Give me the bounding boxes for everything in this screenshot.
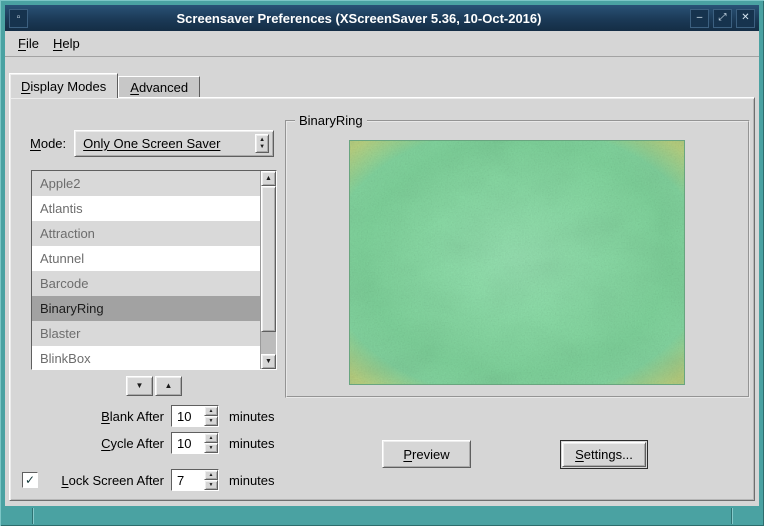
maximize-icon: ⤢: [719, 13, 727, 23]
texture-layer-fine: [350, 141, 684, 384]
up-arrow-icon: ▲: [165, 382, 173, 390]
content-area: Display Modes Advanced Mode: Only One Sc…: [5, 57, 759, 506]
minimize-icon: –: [697, 13, 703, 23]
xscreensaver-window: ▫ Screensaver Preferences (XScreenSaver …: [0, 0, 764, 526]
lock-screen-row: ✓ Lock Screen After ▲ ▼ minutes: [22, 468, 275, 492]
scroll-down-icon: ▼: [265, 358, 272, 365]
lock-screen-spinbox[interactable]: ▲ ▼: [171, 469, 219, 491]
spin-up-icon[interactable]: ▲: [204, 470, 218, 480]
scroll-up-icon: ▲: [265, 175, 272, 182]
spin-up-icon[interactable]: ▲: [204, 406, 218, 416]
cycle-after-spinbox[interactable]: ▲ ▼: [171, 432, 219, 454]
list-item-atunnel[interactable]: Atunnel: [32, 246, 260, 271]
preview-button-label: Preview: [403, 447, 449, 462]
dropdown-up-icon: ▲: [259, 137, 265, 144]
preview-image: [349, 140, 685, 385]
mode-dropdown-value: Only One Screen Saver: [83, 136, 255, 151]
tab-display-modes-label: Display Modes: [21, 79, 106, 94]
window-controls: – ⤢ ✕: [688, 9, 757, 28]
mode-row: Mode: Only One Screen Saver ▲ ▼: [30, 130, 274, 157]
titlebar[interactable]: ▫ Screensaver Preferences (XScreenSaver …: [5, 5, 759, 31]
window-menu-icon: ▫: [17, 13, 21, 23]
list-item-apple2[interactable]: Apple2: [32, 171, 260, 196]
tab-bar: Display Modes Advanced: [9, 73, 200, 98]
close-icon: ✕: [741, 13, 749, 23]
list-move-buttons: ▼ ▲: [31, 376, 277, 396]
cycle-after-input[interactable]: [172, 433, 204, 453]
blank-after-input[interactable]: [172, 406, 204, 426]
list-item-blinkbox[interactable]: BlinkBox: [32, 346, 260, 369]
screensaver-list: Apple2 Atlantis Attraction Atunnel Barco…: [31, 170, 277, 370]
minimize-button[interactable]: –: [690, 9, 709, 28]
move-up-button[interactable]: ▲: [155, 376, 182, 396]
list-item-attraction[interactable]: Attraction: [32, 221, 260, 246]
tab-advanced[interactable]: Advanced: [118, 76, 200, 97]
spin-down-icon[interactable]: ▼: [204, 443, 218, 453]
window-title: Screensaver Preferences (XScreenSaver 5.…: [30, 11, 688, 26]
spin-down-icon[interactable]: ▼: [204, 480, 218, 490]
cycle-after-label: Cycle After: [22, 436, 164, 451]
maximize-button[interactable]: ⤢: [713, 9, 732, 28]
settings-button[interactable]: Settings...: [562, 442, 646, 467]
tab-display-modes[interactable]: Display Modes: [9, 73, 118, 98]
screensaver-list-rows: Apple2 Atlantis Attraction Atunnel Barco…: [32, 171, 260, 369]
resize-grip-left[interactable]: [32, 508, 33, 524]
settings-button-default-ring: Settings...: [560, 440, 648, 469]
lock-screen-input[interactable]: [172, 470, 204, 490]
menu-help[interactable]: Help: [46, 33, 87, 54]
settings-button-label: Settings...: [575, 447, 633, 462]
lock-screen-unit: minutes: [229, 473, 275, 488]
blank-after-unit: minutes: [229, 409, 275, 424]
list-item-binaryring[interactable]: BinaryRing: [32, 296, 260, 321]
cycle-after-steppers: ▲ ▼: [204, 433, 218, 453]
list-item-blaster[interactable]: Blaster: [32, 321, 260, 346]
list-scrollbar[interactable]: ▲ ▼: [260, 171, 276, 369]
preview-frame-label: BinaryRing: [295, 113, 367, 128]
down-arrow-icon: ▼: [136, 382, 144, 390]
move-down-button[interactable]: ▼: [126, 376, 153, 396]
tab-advanced-label: Advanced: [130, 80, 188, 95]
lock-screen-steppers: ▲ ▼: [204, 470, 218, 490]
blank-after-label: Blank After: [22, 409, 164, 424]
menu-file[interactable]: File: [11, 33, 46, 54]
mode-label: Mode:: [30, 136, 66, 151]
preview-button[interactable]: Preview: [382, 440, 471, 468]
list-item-barcode[interactable]: Barcode: [32, 271, 260, 296]
blank-after-spinbox[interactable]: ▲ ▼: [171, 405, 219, 427]
spin-down-icon[interactable]: ▼: [204, 416, 218, 426]
dropdown-indicator-icon: ▲ ▼: [255, 134, 269, 153]
check-icon: ✓: [25, 474, 35, 486]
lock-screen-checkbox[interactable]: ✓: [22, 472, 38, 488]
blank-after-steppers: ▲ ▼: [204, 406, 218, 426]
preview-frame: BinaryRing: [285, 120, 750, 398]
mode-dropdown[interactable]: Only One Screen Saver ▲ ▼: [74, 130, 274, 157]
preview-texture: [350, 141, 684, 384]
display-modes-page: Mode: Only One Screen Saver ▲ ▼ Apple2 A…: [9, 97, 755, 501]
close-button[interactable]: ✕: [736, 9, 755, 28]
scroll-up-button[interactable]: ▲: [261, 171, 276, 186]
scrollbar-thumb[interactable]: [261, 186, 276, 332]
dropdown-down-icon: ▼: [259, 144, 265, 151]
lock-screen-label: Lock Screen After: [45, 473, 164, 488]
resize-grip-right[interactable]: [731, 508, 732, 524]
blank-after-row: Blank After ▲ ▼ minutes: [22, 404, 275, 428]
window-menu-button[interactable]: ▫: [9, 9, 28, 28]
cycle-after-unit: minutes: [229, 436, 275, 451]
list-item-atlantis[interactable]: Atlantis: [32, 196, 260, 221]
cycle-after-row: Cycle After ▲ ▼ minutes: [22, 431, 275, 455]
menubar: File Help: [5, 31, 759, 57]
scroll-down-button[interactable]: ▼: [261, 354, 276, 369]
spin-up-icon[interactable]: ▲: [204, 433, 218, 443]
